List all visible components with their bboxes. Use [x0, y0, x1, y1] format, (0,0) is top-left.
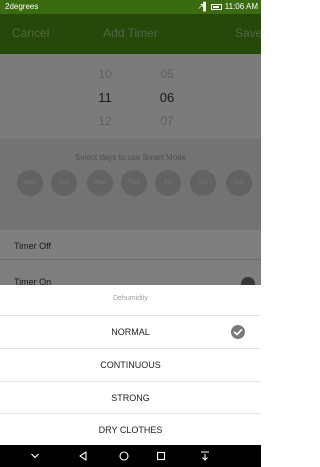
- check-icon: [231, 325, 245, 339]
- chevron-down-icon[interactable]: [28, 449, 42, 463]
- modal-scrim[interactable]: [0, 14, 261, 285]
- home-icon[interactable]: [117, 449, 131, 463]
- sheet-title: Dehumidity: [112, 295, 148, 302]
- dehumidity-sheet: Dehumidity NORMAL CONTINUOUS STRONG DRY …: [0, 285, 261, 445]
- status-bar: 2degrees ↗▌ 11:06 AM: [0, 0, 261, 14]
- option-continuous[interactable]: CONTINUOUS: [0, 348, 261, 380]
- option-strong[interactable]: STRONG: [0, 381, 261, 413]
- option-label: DRY CLOTHES: [98, 425, 163, 435]
- option-normal[interactable]: NORMAL: [0, 315, 261, 347]
- status-time: 11:06 AM: [224, 2, 258, 11]
- option-label: STRONG: [111, 393, 150, 403]
- app-screen: 2degrees ↗▌ 11:06 AM Cancel Add Timer Sa…: [0, 0, 261, 467]
- system-nav-bar: [0, 445, 261, 467]
- notification-pull-icon[interactable]: [198, 449, 212, 463]
- option-label: NORMAL: [111, 327, 150, 337]
- option-dry-clothes[interactable]: DRY CLOTHES: [0, 413, 261, 445]
- signal-icon: ↗▌: [197, 2, 208, 11]
- carrier-name: 2degrees: [5, 2, 39, 11]
- status-right: ↗▌ 11:06 AM: [197, 0, 258, 14]
- battery-icon: [210, 4, 222, 10]
- recents-icon[interactable]: [154, 449, 168, 463]
- option-label: CONTINUOUS: [100, 360, 161, 370]
- back-icon[interactable]: [76, 449, 90, 463]
